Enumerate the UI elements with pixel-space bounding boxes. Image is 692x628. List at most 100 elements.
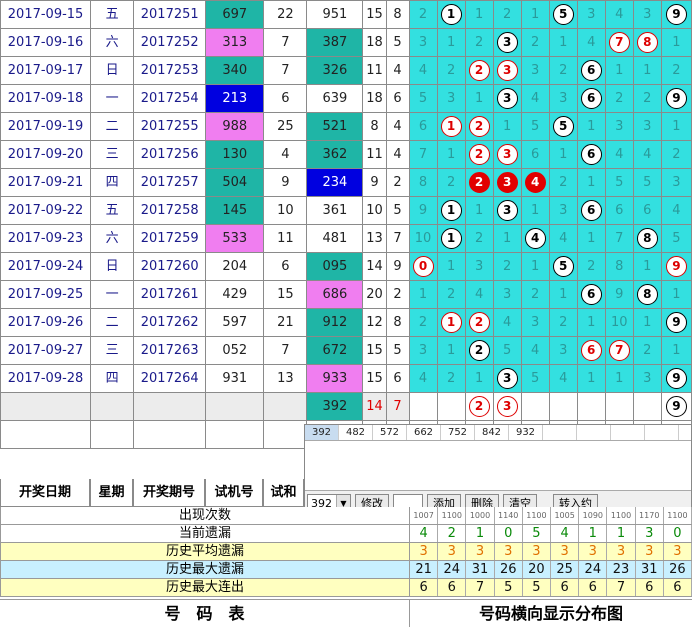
miss-count: 6 [643,202,652,218]
winning-number: 672 [306,336,364,365]
distribution-cell: 5 [520,364,550,393]
number-tab[interactable] [577,425,611,440]
number-tab[interactable] [645,425,679,440]
distribution-cell: 2 [464,308,494,337]
miss-count: 3 [503,286,512,302]
miss-count: 3 [418,34,428,50]
miss-count: 1 [643,314,652,330]
empty-cell [263,392,308,421]
distribution-cell: 2 [464,224,494,253]
number-tab[interactable] [543,425,577,440]
miss-count: 2 [503,6,512,22]
distribution-cell: 3 [408,28,438,57]
miss-count: 6 [418,118,428,134]
number-tab[interactable]: 752 [441,425,475,440]
stat-value: 26 [664,561,692,578]
distribution-cell: 6 [604,196,634,225]
number-ball: 3 [496,143,518,165]
number-tab[interactable]: 932 [509,425,543,440]
distribution-cell: 3 [632,0,662,29]
distribution-cell: 2 [632,336,662,365]
stat-value: 1 [579,525,608,542]
stat-row: 历史平均遗漏 3 3 3 3 3 3 3 3 3 3 [0,543,692,561]
miss-count: 2 [531,286,540,302]
distribution-cell: 2 [604,84,634,113]
span-value: 11 [362,140,387,169]
miss-count: 1 [587,370,596,386]
tail-value: 4 [385,56,410,85]
distribution-cell: 1 [436,224,466,253]
miss-count: 1 [559,286,568,302]
distribution-cell: 1 [436,140,466,169]
number-ball: 3 [496,87,518,109]
span-value: 10 [362,196,387,225]
draw-date: 2017-09-26 [0,308,92,337]
winning-number: 933 [306,364,364,393]
distribution-cell: 9 [408,196,438,225]
span-value: 15 [362,336,387,365]
weekday: 一 [90,280,135,309]
number-ball: 6 [580,283,602,305]
stat-value: 1170 [636,507,664,524]
number-tab[interactable]: 662 [407,425,441,440]
number-tabs: 392 482 572 662 752 842 932 [305,425,691,441]
trial-number: 130 [205,140,265,169]
number-ball: 1 [440,311,462,333]
number-ball: 4 [524,227,546,249]
tail-value: 7 [385,224,410,253]
miss-count: 2 [418,6,428,22]
draw-date: 2017-09-22 [0,196,92,225]
miss-count: 1 [446,258,456,274]
miss-count: 10 [414,230,432,246]
period-number: 2017258 [133,196,207,225]
number-tab[interactable]: 392 [305,425,339,440]
stat-values: 3333333333 [410,543,692,561]
distribution-cell: 8 [604,252,634,281]
table-row: 2017-09-26 二 2017262 597 21 912 12 8 2 1 2 4 3 2 1 10 1 9 [0,308,692,337]
stat-value: 31 [636,561,664,578]
trial-sum: 25 [263,112,308,141]
stat-value: 6 [579,579,608,596]
number-ball: 2 [468,395,490,417]
distribution-cell: 3 [548,84,578,113]
number-ball: 3 [496,171,518,193]
panel-list-area[interactable] [305,441,691,491]
stat-value: 6 [438,579,467,596]
distribution-cell: 1 [464,364,494,393]
number-ball: 3 [496,395,518,417]
distribution-cell: 9 [660,252,692,281]
distribution-cell: 3 [492,28,522,57]
miss-count: 4 [503,314,512,330]
number-tab[interactable]: 572 [373,425,407,440]
empty-cell [205,420,265,449]
miss-count: 1 [446,146,456,162]
distribution-cell: 5 [632,168,662,197]
distribution-cell: 3 [576,0,606,29]
distribution-cell: 6 [576,336,606,365]
number-tab[interactable]: 482 [339,425,373,440]
number-ball: 9 [665,255,687,277]
stat-value: 3 [579,543,608,560]
draw-date: 2017-09-28 [0,364,92,393]
stat-row: 历史最大遗漏 21 24 31 26 20 25 24 23 31 26 [0,561,692,579]
trial-number: 931 [205,364,265,393]
empty-cell [205,392,265,421]
distribution-cell [408,392,438,421]
number-ball: 3 [496,59,518,81]
number-tab[interactable]: 842 [475,425,509,440]
distribution-cell: 1 [660,280,692,309]
number-ball: 8 [636,283,658,305]
draw-date: 2017-09-17 [0,56,92,85]
miss-count: 1 [559,34,568,50]
miss-count: 1 [503,118,512,134]
trial-number: 504 [205,168,265,197]
miss-count: 2 [615,90,624,106]
trial-sum: 7 [263,28,308,57]
stat-value: 25 [551,561,580,578]
miss-count: 2 [474,230,484,246]
stat-value: 1100 [438,507,467,524]
miss-count: 2 [587,258,596,274]
number-ball: 2 [468,115,490,137]
number-ball: 9 [665,311,687,333]
number-tab[interactable] [611,425,645,440]
